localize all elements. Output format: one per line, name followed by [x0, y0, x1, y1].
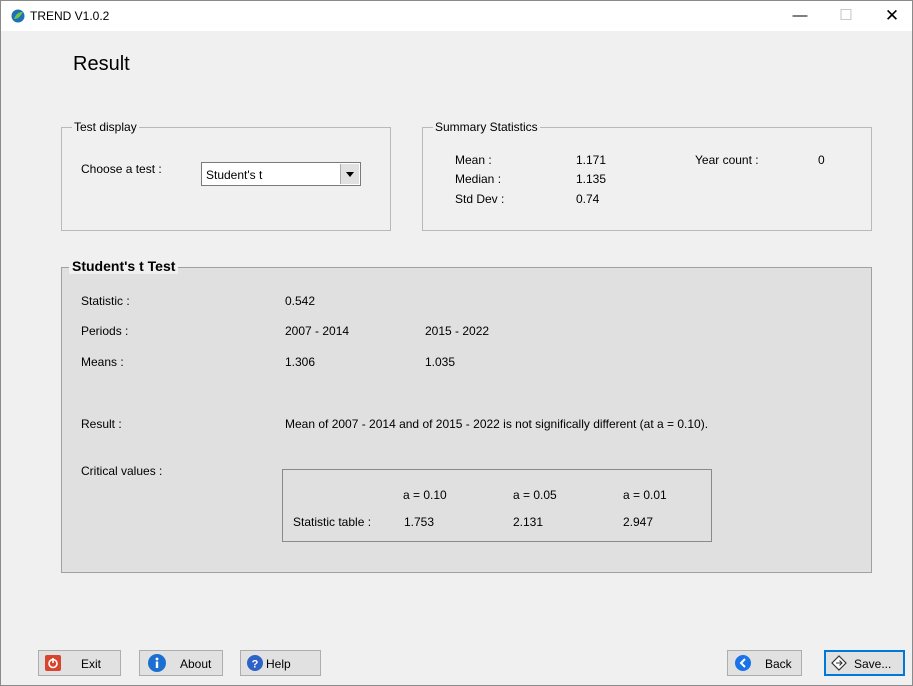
test-result-legend: Student's t Test — [69, 258, 179, 274]
critical-header-001: a = 0.01 — [623, 488, 667, 502]
mean-period-2: 1.035 — [425, 355, 456, 369]
chevron-down-icon[interactable] — [340, 164, 359, 184]
period-1: 2007 - 2014 — [285, 324, 350, 338]
info-icon — [148, 654, 166, 672]
test-display-legend: Test display — [72, 120, 139, 134]
about-button[interactable]: About — [139, 650, 223, 676]
statistic-value: 0.542 — [285, 294, 316, 308]
help-label: Help — [266, 657, 291, 671]
mean-label: Mean : — [455, 153, 492, 167]
minimize-button[interactable]: — — [777, 1, 823, 31]
power-icon — [45, 655, 61, 671]
title-bar[interactable]: TREND V1.0.2 — ☐ ✕ — [1, 1, 912, 31]
critical-header-005: a = 0.05 — [513, 488, 557, 502]
back-arrow-icon — [735, 655, 751, 671]
statistic-label: Statistic : — [81, 294, 130, 308]
median-value: 1.135 — [576, 172, 607, 186]
app-icon — [11, 9, 25, 23]
page-title: Result — [73, 53, 130, 75]
std-dev-label: Std Dev : — [455, 192, 505, 206]
test-select-value: Student's t — [206, 168, 263, 182]
mean-period-1: 1.306 — [285, 355, 316, 369]
about-label: About — [180, 657, 212, 671]
critical-values-table — [282, 469, 712, 542]
mean-value: 1.171 — [576, 153, 607, 167]
std-dev-value: 0.74 — [576, 192, 600, 206]
maximize-button[interactable]: ☐ — [823, 1, 869, 31]
exit-button[interactable]: Exit — [38, 650, 121, 676]
critical-value-005: 2.131 — [513, 515, 544, 529]
period-2: 2015 - 2022 — [425, 324, 490, 338]
save-button[interactable]: Save... — [824, 650, 905, 676]
median-label: Median : — [455, 172, 502, 186]
summary-statistics-legend: Summary Statistics — [433, 120, 540, 134]
save-label: Save... — [854, 657, 892, 671]
svg-text:?: ? — [252, 659, 259, 671]
periods-label: Periods : — [81, 324, 129, 338]
means-label: Means : — [81, 355, 124, 369]
test-select[interactable]: Student's t — [201, 162, 361, 186]
choose-test-label: Choose a test : — [81, 162, 162, 176]
window-title: TREND V1.0.2 — [30, 9, 110, 23]
result-label: Result : — [81, 417, 122, 431]
year-count-label: Year count : — [695, 153, 759, 167]
exit-label: Exit — [81, 657, 102, 671]
critical-values-label: Critical values : — [81, 464, 163, 478]
close-button[interactable]: ✕ — [869, 1, 912, 31]
back-button[interactable]: Back — [727, 650, 802, 676]
statistic-table-label: Statistic table : — [293, 515, 372, 529]
back-label: Back — [765, 657, 792, 671]
help-button[interactable]: ? Help — [240, 650, 321, 676]
save-diamond-icon — [830, 655, 847, 671]
critical-value-010: 1.753 — [404, 515, 435, 529]
critical-value-001: 2.947 — [623, 515, 654, 529]
help-icon: ? — [247, 655, 263, 671]
critical-header-010: a = 0.10 — [403, 488, 447, 502]
year-count-value: 0 — [818, 153, 825, 167]
main-window: TREND V1.0.2 — ☐ ✕ Result Test display C… — [0, 0, 913, 686]
result-text: Mean of 2007 - 2014 and of 2015 - 2022 i… — [285, 417, 709, 431]
